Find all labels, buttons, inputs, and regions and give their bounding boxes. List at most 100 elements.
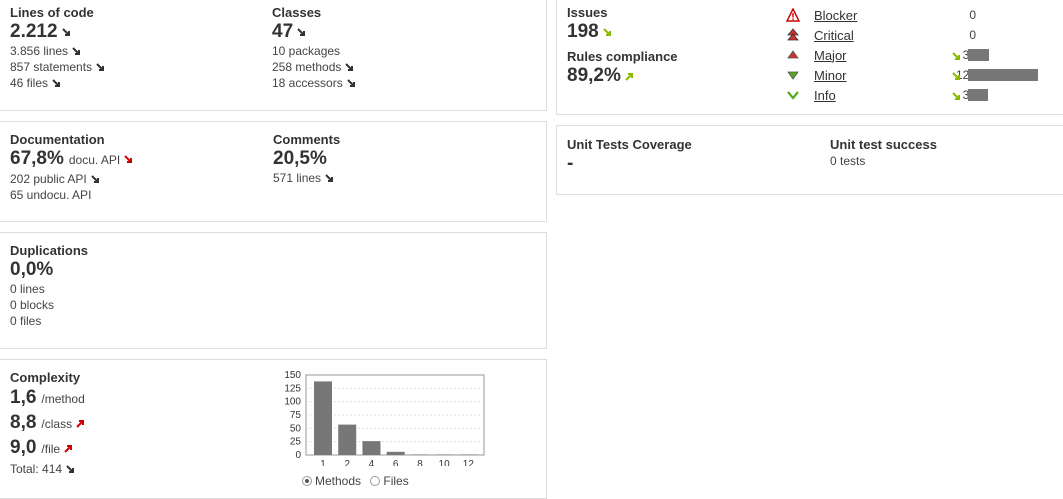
severity-link-major[interactable]: Major bbox=[814, 48, 847, 63]
info-icon bbox=[786, 88, 800, 102]
severity-link-blocker[interactable]: Blocker bbox=[814, 8, 857, 23]
severity-row-info: Info 36 bbox=[786, 85, 1046, 105]
trend-down-red-icon bbox=[124, 155, 133, 164]
chart-bar bbox=[314, 381, 332, 455]
duplicated-lines-value[interactable]: 0 lines bbox=[10, 281, 88, 297]
trend-up-red-icon bbox=[76, 419, 85, 428]
trend-down-dark-icon bbox=[52, 79, 61, 88]
documentation-unit: docu. API bbox=[68, 153, 121, 167]
methods-value[interactable]: 258 methods bbox=[272, 60, 341, 74]
severity-count-blocker[interactable]: 0 bbox=[936, 8, 976, 22]
unit-tests-coverage-value[interactable]: - bbox=[567, 153, 692, 175]
chart-bar bbox=[386, 451, 405, 455]
x-tick-label: 8 bbox=[417, 459, 423, 466]
severity-list: Blocker 0 Critical 0 Major 39 Minor 123 … bbox=[785, 5, 1056, 105]
chart-bar bbox=[362, 441, 381, 455]
y-tick-label: 50 bbox=[290, 423, 302, 434]
y-tick-label: 25 bbox=[290, 437, 302, 448]
unit-tests-coverage-title: Unit Tests Coverage bbox=[567, 137, 692, 152]
severity-link-critical[interactable]: Critical bbox=[814, 28, 854, 43]
per-file-unit: /file bbox=[41, 442, 61, 456]
y-tick-label: 150 bbox=[284, 370, 301, 381]
trend-down-green-icon bbox=[952, 70, 961, 84]
trend-down-green-icon bbox=[952, 50, 961, 64]
lines-value[interactable]: 3.856 lines bbox=[10, 44, 68, 58]
comments-block: Comments 20,5% 571 lines bbox=[273, 132, 340, 186]
methods-radio-label[interactable]: Methods bbox=[315, 474, 361, 488]
trend-down-dark-icon bbox=[66, 465, 75, 474]
complexity-per-class-value[interactable]: 8,8 bbox=[10, 411, 36, 435]
y-tick-label: 125 bbox=[284, 383, 301, 394]
unit-test-success-block: Unit test success 0 tests bbox=[830, 137, 937, 169]
critical-icon bbox=[786, 28, 800, 42]
comments-title: Comments bbox=[273, 132, 341, 147]
unit-test-count-value[interactable]: 0 tests bbox=[830, 153, 937, 169]
x-tick-label: 12 bbox=[463, 459, 475, 466]
severity-row-critical: Critical 0 bbox=[786, 25, 1046, 45]
severity-row-minor: Minor 123 bbox=[786, 65, 1046, 85]
issues-widget: Issues 198 Rules compliance 89,2% Blocke… bbox=[556, 0, 1063, 115]
classes-title: Classes bbox=[272, 5, 322, 20]
chart-bar bbox=[410, 454, 429, 455]
packages-value[interactable]: 10 packages bbox=[272, 43, 356, 59]
minor-icon bbox=[786, 68, 800, 82]
classes-block: Classes 47 10 packages 258 methods 18 ac… bbox=[272, 5, 356, 91]
duplications-value[interactable]: 0,0% bbox=[10, 259, 88, 281]
methods-radio[interactable] bbox=[302, 476, 312, 486]
comment-lines-value[interactable]: 571 lines bbox=[273, 171, 321, 185]
rules-compliance-value[interactable]: 89,2% bbox=[567, 65, 621, 87]
x-tick-label: 2 bbox=[344, 459, 350, 466]
comments-value[interactable]: 20,5% bbox=[273, 148, 340, 170]
files-radio[interactable] bbox=[370, 476, 381, 486]
complexity-bar-chart: 02550751001251501 2 4 6 8 10 12 bbox=[284, 370, 485, 470]
per-class-unit: /class bbox=[41, 417, 73, 431]
accessors-value[interactable]: 18 accessors bbox=[272, 76, 343, 90]
lines-of-code-value[interactable]: 2.212 bbox=[10, 21, 58, 43]
chart-bar bbox=[338, 424, 357, 455]
duplications-block: Duplications 0,0% 0 lines 0 blocks 0 fil… bbox=[10, 243, 88, 329]
rules-compliance-title: Rules compliance bbox=[567, 49, 678, 64]
unit-tests-widget: Unit Tests Coverage - Unit test success … bbox=[556, 125, 1063, 195]
issues-value[interactable]: 198 bbox=[567, 21, 599, 43]
trend-down-dark-icon bbox=[345, 63, 354, 72]
y-tick-label: 75 bbox=[290, 410, 302, 421]
y-tick-label: 0 bbox=[295, 450, 301, 461]
complexity-per-file-value[interactable]: 9,0 bbox=[10, 436, 36, 460]
comments-widget: Documentation 67,8% docu. API 202 public … bbox=[0, 121, 547, 222]
severity-bar-minor bbox=[968, 69, 1038, 81]
unit-test-success-title: Unit test success bbox=[830, 137, 937, 152]
lines-of-code-block: Lines of code 2.212 3.856 lines 857 stat… bbox=[10, 5, 105, 91]
statements-value[interactable]: 857 statements bbox=[10, 60, 92, 74]
chart-mode-selector: Methods Files bbox=[302, 474, 409, 488]
complexity-widget: Complexity 1,6/method 8,8/class 9,0/file… bbox=[0, 359, 547, 499]
complexity-title: Complexity bbox=[10, 370, 81, 385]
classes-value[interactable]: 47 bbox=[272, 21, 293, 43]
severity-link-minor[interactable]: Minor bbox=[814, 68, 847, 83]
trend-down-dark-icon bbox=[346, 79, 356, 88]
lines-of-code-title: Lines of code bbox=[10, 5, 94, 20]
x-tick-label: 6 bbox=[393, 459, 399, 466]
severity-count-critical[interactable]: 0 bbox=[936, 28, 976, 42]
complexity-block: Complexity 1,6/method 8,8/class 9,0/file… bbox=[10, 370, 85, 477]
public-api-value[interactable]: 202 public API bbox=[10, 172, 87, 186]
complexity-per-method-value[interactable]: 1,6 bbox=[10, 386, 36, 410]
unit-tests-coverage-block: Unit Tests Coverage - bbox=[567, 137, 692, 175]
x-tick-label: 10 bbox=[439, 459, 451, 466]
severity-bar-info bbox=[968, 89, 988, 101]
files-value[interactable]: 46 files bbox=[10, 76, 48, 90]
complexity-total-value[interactable]: Total: 414 bbox=[10, 462, 62, 476]
trend-up-red-icon bbox=[64, 444, 73, 453]
trend-down-dark-icon bbox=[72, 47, 81, 56]
trend-down-dark-icon bbox=[325, 174, 334, 183]
x-tick-label: 4 bbox=[369, 459, 375, 466]
undocu-api-value[interactable]: 65 undocu. API bbox=[10, 187, 133, 203]
files-radio-label[interactable]: Files bbox=[383, 474, 408, 488]
major-icon bbox=[786, 48, 800, 62]
documentation-value[interactable]: 67,8% bbox=[10, 148, 64, 170]
duplicated-files-value[interactable]: 0 files bbox=[10, 313, 88, 329]
documentation-block: Documentation 67,8% docu. API 202 public … bbox=[10, 132, 133, 203]
trend-down-dark-icon bbox=[91, 175, 100, 184]
severity-link-info[interactable]: Info bbox=[814, 88, 836, 103]
duplicated-blocks-value[interactable]: 0 blocks bbox=[10, 297, 88, 313]
severity-row-major: Major 39 bbox=[786, 45, 1046, 65]
